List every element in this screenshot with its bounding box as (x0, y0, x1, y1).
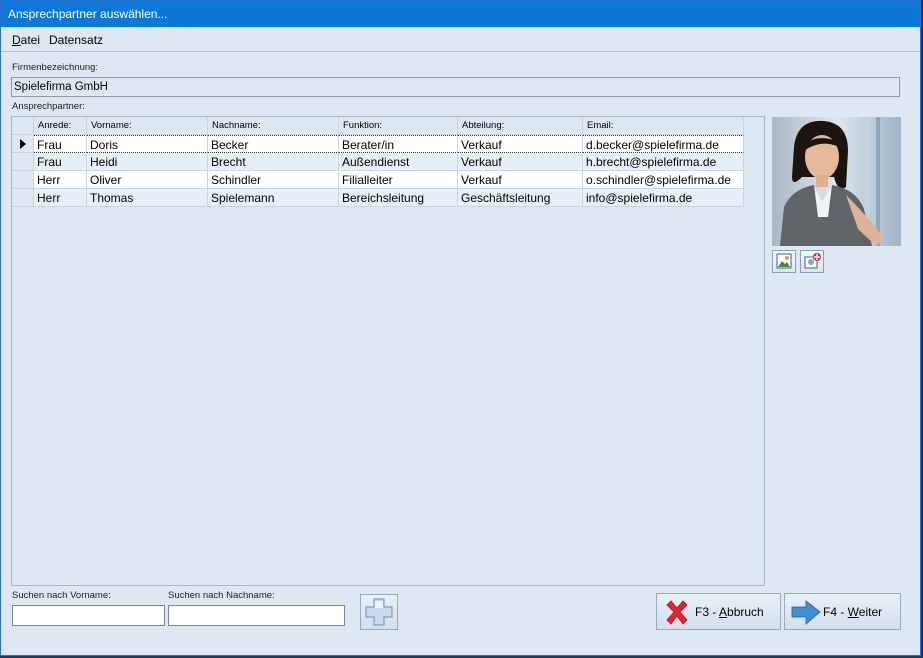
cell-nachname: Spielemann (208, 189, 339, 207)
contact-photo (772, 117, 901, 246)
cell-abteilung: Geschäftsleitung (458, 189, 583, 207)
next-button-label: F4 - Weiter (823, 605, 883, 619)
image-icon (776, 253, 792, 269)
cell-funktion: Filialleiter (339, 171, 458, 189)
contacts-grid[interactable]: Anrede: Vorname: Nachname: Funktion: Abt… (11, 116, 765, 586)
dialog-window: Ansprechpartner auswählen... Datei Daten… (0, 0, 921, 656)
row-selector[interactable] (12, 153, 34, 171)
cell-nachname: Becker (208, 135, 339, 153)
header-anrede[interactable]: Anrede: (34, 117, 87, 135)
cell-abteilung: Verkauf (458, 171, 583, 189)
header-nachname[interactable]: Nachname: (208, 117, 339, 135)
cell-email: info@spielefirma.de (583, 189, 744, 207)
cell-nachname: Schindler (208, 171, 339, 189)
table-row[interactable]: Frau Doris Becker Berater/in Verkauf d.b… (34, 135, 766, 153)
cell-anrede: Frau (34, 135, 87, 153)
current-row-arrow-icon (20, 139, 26, 149)
header-funktion[interactable]: Funktion: (339, 117, 458, 135)
plus-icon (365, 598, 393, 626)
window-title: Ansprechpartner auswählen... (8, 7, 168, 21)
search-lastname-input[interactable] (168, 605, 345, 626)
cell-funktion: Außendienst (339, 153, 458, 171)
red-x-icon (666, 600, 688, 625)
cell-abteilung: Verkauf (458, 153, 583, 171)
company-label: Firmenbezeichnung: (12, 62, 99, 73)
cell-email: d.becker@spielefirma.de (583, 135, 744, 153)
cell-email: h.brecht@spielefirma.de (583, 153, 744, 171)
cancel-button[interactable]: F3 - Abbruch (656, 593, 781, 630)
photo-edit-icon (804, 253, 821, 269)
header-email[interactable]: Email: (583, 117, 744, 135)
table-row[interactable]: Herr Thomas Spielemann Bereichsleitung G… (34, 189, 766, 207)
menu-datensatz[interactable]: Datensatz (49, 33, 103, 47)
header-vorname[interactable]: Vorname: (87, 117, 208, 135)
grid-header: Anrede: Vorname: Nachname: Funktion: Abt… (12, 117, 764, 135)
cell-vorname: Heidi (87, 153, 208, 171)
cell-abteilung: Verkauf (458, 135, 583, 153)
company-name-field[interactable]: Spielefirma GmbH (11, 77, 900, 97)
header-abteilung[interactable]: Abteilung: (458, 117, 583, 135)
cell-funktion: Berater/in (339, 135, 458, 153)
cell-vorname: Doris (87, 135, 208, 153)
blue-arrow-right-icon (791, 600, 821, 625)
menu-bar: Datei Datensatz (1, 29, 920, 52)
cell-anrede: Herr (34, 171, 87, 189)
cell-nachname: Brecht (208, 153, 339, 171)
row-selector[interactable] (12, 171, 34, 189)
table-row[interactable]: Frau Heidi Brecht Außendienst Verkauf h.… (34, 153, 766, 171)
menu-datei[interactable]: Datei (12, 33, 40, 47)
photo-change-button[interactable] (800, 250, 824, 273)
cell-anrede: Frau (34, 153, 87, 171)
add-contact-button[interactable] (360, 594, 398, 630)
photo-image-button[interactable] (772, 250, 796, 273)
header-selector (12, 117, 34, 135)
title-bar[interactable]: Ansprechpartner auswählen... (1, 1, 920, 27)
cell-email: o.schindler@spielefirma.de (583, 171, 744, 189)
cell-vorname: Oliver (87, 171, 208, 189)
search-firstname-label: Suchen nach Vorname: (12, 590, 111, 601)
cancel-button-label: F3 - Abbruch (695, 605, 764, 619)
row-selector[interactable] (12, 189, 34, 207)
table-row[interactable]: Herr Oliver Schindler Filialleiter Verka… (34, 171, 766, 189)
row-selector[interactable] (12, 135, 34, 153)
next-button[interactable]: F4 - Weiter (784, 593, 901, 630)
cell-anrede: Herr (34, 189, 87, 207)
cell-vorname: Thomas (87, 189, 208, 207)
search-firstname-input[interactable] (12, 605, 165, 626)
search-lastname-label: Suchen nach Nachname: (168, 590, 275, 601)
contacts-label: Ansprechpartner: (12, 101, 85, 112)
cell-funktion: Bereichsleitung (339, 189, 458, 207)
